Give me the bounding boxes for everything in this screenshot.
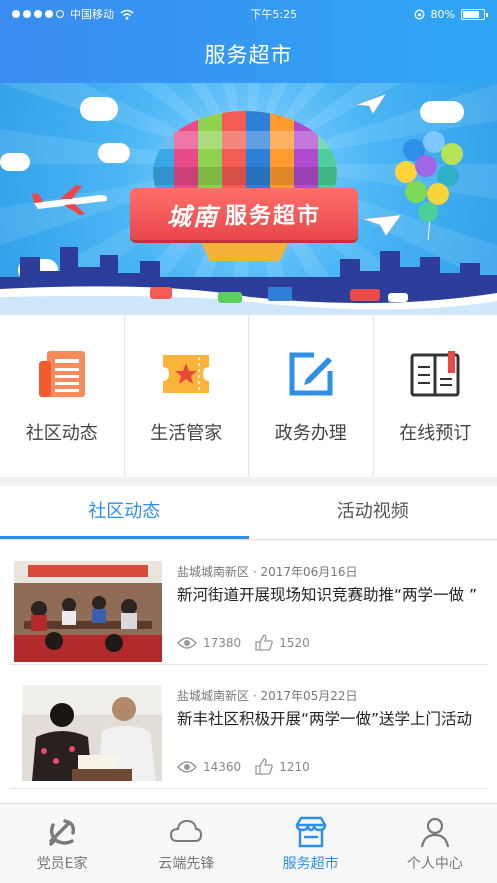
banner-accent-text: 城南 (166, 202, 219, 231)
tabbar-label: 党员E家 (36, 855, 88, 872)
bottom-tab-bar: 党员E家 云端先锋 服务超市 个人中心 (0, 803, 497, 883)
news-icon (38, 351, 85, 397)
news-thumbnail[interactable] (22, 685, 162, 781)
quick-link-community-news[interactable]: 社区动态 (0, 315, 125, 477)
rotation-lock-icon (414, 9, 424, 19)
list-item[interactable]: 盐城城南新区 · 2017年05月22日 新丰社区积极开展“两学一做”送学上门活… (10, 665, 487, 789)
balloons-illustration (395, 131, 463, 241)
quick-link-label: 在线预订 (399, 423, 472, 444)
news-meta: 盐城城南新区 · 2017年05月22日 (177, 689, 358, 703)
party-emblem-icon (49, 818, 76, 846)
news-list: 盐城城南新区 · 2017年06月16日 新河街道开展现场知识竞赛助推“两学一做… (0, 541, 497, 803)
promo-banner[interactable]: 城南 服务超市 (0, 83, 497, 315)
views-count: 14360 (203, 759, 242, 774)
content-tabs: 社区动态 活动视频 (0, 486, 497, 540)
quick-link-label: 生活管家 (150, 423, 223, 444)
top-bar: 中国移动 下午5:25 80% 服务超市 (0, 0, 497, 83)
news-title[interactable]: 新丰社区积极开展“两学一做”送学上门活动 (177, 707, 489, 731)
news-date: 2017年06月16日 (260, 565, 358, 579)
list-item[interactable]: 盐城城南新区 · 2017年06月16日 新河街道开展现场知识竞赛助推“两学一做… (10, 541, 487, 665)
quick-links-grid: 社区动态 生活管家 政务办理 在线预订 (0, 315, 497, 477)
tabbar-item-cloud-pioneer[interactable]: 云端先锋 (124, 804, 248, 883)
city-skyline-illustration (0, 247, 497, 315)
news-date: 2017年05月22日 (260, 689, 358, 703)
cloud-icon (170, 819, 203, 842)
tabbar-label: 个人中心 (406, 855, 463, 872)
tabbar-item-personal-center[interactable]: 个人中心 (373, 804, 497, 883)
quick-link-label: 政务办理 (274, 423, 347, 444)
book-icon (410, 351, 460, 397)
store-icon (295, 816, 326, 847)
tabbar-label: 云端先锋 (158, 855, 215, 872)
clock-label: 下午5:25 (250, 8, 298, 21)
news-thumbnail[interactable] (14, 561, 162, 662)
news-stats: 14360 1210 (177, 758, 324, 775)
quick-link-life-butler[interactable]: 生活管家 (125, 315, 249, 477)
like-button[interactable]: 1520 (255, 634, 310, 651)
carrier-label: 中国移动 (70, 8, 114, 21)
tabbar-item-party-home[interactable]: 党员E家 (0, 804, 124, 883)
likes-count: 1210 (279, 759, 310, 774)
eye-icon (177, 760, 197, 773)
tabbar-item-service-market[interactable]: 服务超市 (249, 804, 373, 883)
news-title[interactable]: 新河街道开展现场知识竞赛助推“两学一做 ” (177, 583, 489, 607)
page-title: 服务超市 (204, 43, 293, 67)
quick-link-online-booking[interactable]: 在线预订 (374, 315, 497, 477)
thumbs-up-icon (255, 758, 273, 775)
banner-title: 城南 服务超市 (130, 188, 358, 240)
ticket-icon (163, 355, 210, 393)
tabbar-label: 服务超市 (282, 855, 339, 872)
news-source: 盐城城南新区 (177, 565, 250, 579)
edit-icon (289, 352, 333, 396)
news-source: 盐城城南新区 (177, 689, 250, 703)
like-button[interactable]: 1210 (255, 758, 310, 775)
quick-link-government-affairs[interactable]: 政务办理 (249, 315, 374, 477)
views-count: 17380 (203, 635, 242, 650)
battery-percent: 80% (430, 7, 455, 21)
paper-plane-icon (355, 93, 387, 115)
signal-icon (12, 10, 64, 18)
tab-activity-videos[interactable]: 活动视频 (249, 486, 497, 539)
user-icon (420, 817, 449, 847)
news-stats: 17380 1520 (177, 634, 324, 651)
news-meta: 盐城城南新区 · 2017年06月16日 (177, 565, 358, 579)
eye-icon (177, 636, 197, 649)
battery-icon (461, 8, 488, 20)
tab-community-news[interactable]: 社区动态 (0, 486, 249, 539)
thumbs-up-icon (255, 634, 273, 651)
airplane-icon (32, 185, 108, 215)
wifi-icon (120, 9, 134, 20)
quick-link-label: 社区动态 (25, 423, 98, 444)
banner-title-text: 服务超市 (224, 204, 321, 229)
status-bar: 中国移动 下午5:25 80% (0, 0, 497, 28)
likes-count: 1520 (279, 635, 310, 650)
